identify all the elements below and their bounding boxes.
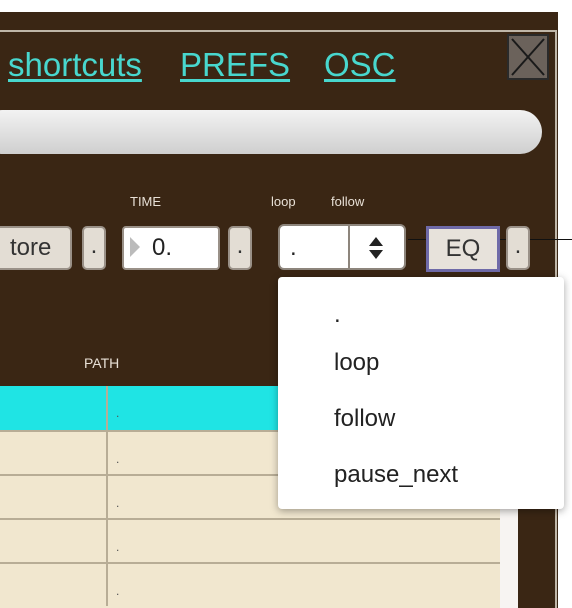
shortcuts-link[interactable]: shortcuts — [8, 46, 142, 84]
path-column-header: PATH — [84, 355, 120, 371]
table-row[interactable]: . — [0, 518, 500, 562]
table-row[interactable]: . — [0, 562, 500, 606]
path-value: . — [116, 584, 120, 598]
follow-label: follow — [331, 194, 365, 209]
osc-link[interactable]: OSC — [324, 46, 396, 84]
menu-item-none[interactable]: . — [334, 301, 341, 329]
mode-select-value: . — [290, 234, 297, 261]
close-button[interactable] — [507, 34, 549, 80]
eq-button[interactable]: EQ — [426, 226, 500, 272]
restore-button[interactable]: tore — [0, 226, 72, 270]
close-icon — [511, 38, 545, 76]
mode-dropdown-menu: . loop follow pause_next — [278, 277, 564, 509]
menu-item-pause-next[interactable]: pause_next — [334, 461, 458, 489]
path-value: . — [116, 406, 120, 420]
menu-item-loop[interactable]: loop — [334, 349, 379, 377]
panel-border-top — [0, 30, 557, 32]
prefs-link[interactable]: PREFS — [180, 46, 290, 84]
eq-dot-button[interactable]: . — [506, 226, 530, 270]
menu-item-follow[interactable]: follow — [334, 405, 395, 433]
select-divider — [348, 226, 350, 268]
updown-arrows-icon — [369, 237, 383, 259]
path-value: . — [116, 452, 120, 466]
mode-select[interactable]: . — [278, 224, 406, 270]
loop-label: loop — [271, 194, 296, 209]
time-label: TIME — [130, 194, 162, 209]
play-icon — [130, 237, 140, 257]
path-cell — [106, 564, 500, 606]
restore-dot-button[interactable]: . — [82, 226, 106, 270]
path-value: . — [116, 496, 120, 510]
time-dot-button[interactable]: . — [228, 226, 252, 270]
path-cell — [106, 520, 500, 562]
path-value: . — [116, 540, 120, 554]
search-bar[interactable] — [0, 110, 542, 154]
